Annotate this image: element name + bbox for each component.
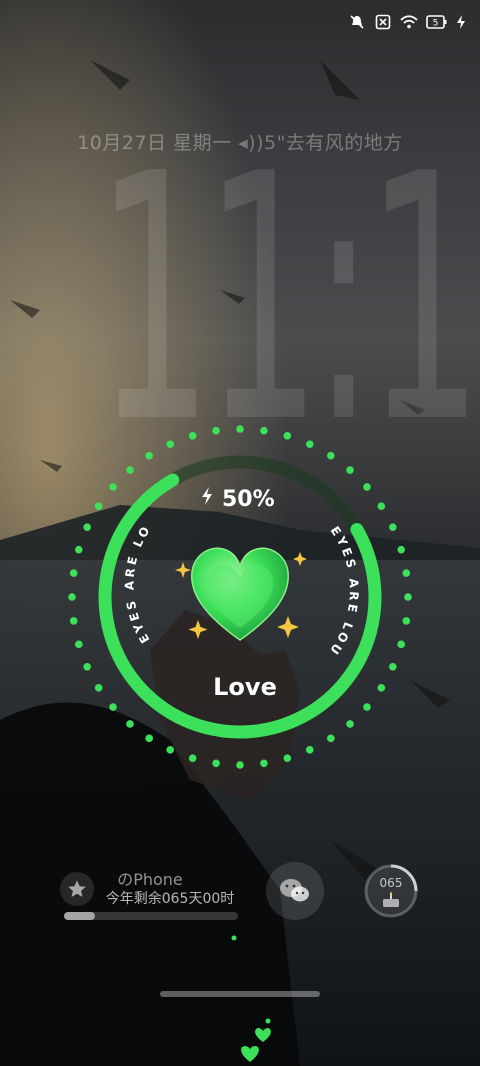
ring-dot	[83, 523, 91, 532]
charging-bolt-icon	[200, 486, 214, 512]
wechat-icon	[280, 879, 309, 902]
ring-dot	[83, 662, 91, 671]
ring-dot	[305, 746, 314, 754]
ring-dot	[109, 483, 117, 491]
ring-dot	[69, 569, 78, 577]
ring-dot	[404, 593, 412, 601]
ring-right-text: EYES ARE LOUD	[0, 0, 361, 659]
ring-dot	[327, 734, 335, 743]
green-heart-icon	[191, 547, 289, 641]
ring-dot	[75, 545, 83, 554]
ring-dot	[377, 502, 386, 510]
ring-dot	[126, 466, 134, 474]
birthday-days-number: 065	[379, 876, 403, 890]
ring-dot	[236, 425, 244, 433]
heart-trail	[231, 935, 271, 1062]
cake-ring	[364, 864, 418, 918]
ring-dot	[260, 759, 268, 768]
ring-dot	[327, 451, 335, 460]
ring-dot	[283, 754, 292, 762]
wechat-button[interactable]	[266, 862, 324, 920]
ring-dot	[397, 640, 405, 649]
home-indicator[interactable]	[160, 991, 320, 997]
phone-name: のPhone	[117, 870, 183, 889]
ring-dot	[236, 761, 244, 769]
battery-percent-text: 50%	[222, 486, 275, 512]
ring-dot	[283, 432, 292, 440]
ring-dot	[145, 451, 153, 460]
ring-dot	[126, 720, 134, 728]
ring-dot	[389, 662, 397, 671]
ring-dot	[145, 734, 153, 743]
ring-dot	[166, 746, 175, 754]
battery-percent: 50%	[200, 486, 290, 512]
ring-dot	[377, 684, 386, 692]
ring-dot	[402, 569, 411, 577]
ring-dot	[188, 432, 197, 440]
year-progress-fill	[64, 912, 96, 920]
ring-dot	[402, 617, 411, 625]
ring-dot	[69, 617, 78, 625]
ring-dot	[94, 684, 103, 692]
ring-dot	[166, 440, 175, 448]
ring-dot	[363, 483, 371, 491]
year-countdown-text: 今年剩余065天00时	[105, 891, 235, 907]
year-progress-track	[64, 912, 238, 920]
ring-dot	[94, 502, 103, 510]
birthday-countdown-button[interactable]: 065	[362, 862, 420, 920]
widget-label: Love	[213, 673, 277, 701]
birthday-cake-icon	[383, 892, 399, 907]
ring-dot	[68, 593, 76, 601]
ring-dot	[109, 703, 117, 711]
ring-dot	[212, 759, 220, 768]
ring-dot	[346, 720, 354, 728]
ring-dot	[363, 703, 371, 711]
ring-dot	[389, 523, 397, 532]
ring-dot	[188, 754, 197, 762]
ring-dot	[346, 466, 354, 474]
ring-dot	[212, 426, 220, 435]
ring-dot	[305, 440, 314, 448]
ring-dot	[397, 545, 405, 554]
ring-dot	[75, 640, 83, 649]
ring-dot	[260, 426, 268, 435]
